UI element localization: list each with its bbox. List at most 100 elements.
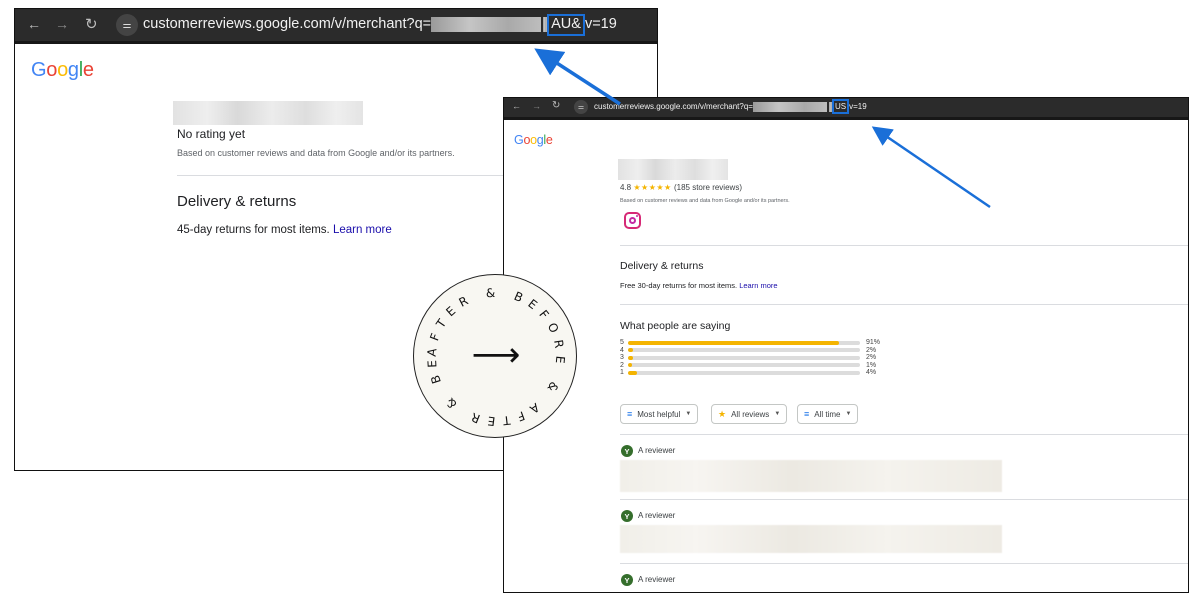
rating-bar-track bbox=[628, 363, 860, 367]
after-address-bar: ← → ↻ ⚌ customerreviews.google.com/v/mer… bbox=[504, 98, 1188, 117]
rating-source-note: Based on customer reviews and data from … bbox=[177, 148, 455, 158]
url-country-code: AU& bbox=[551, 16, 581, 32]
section-divider bbox=[620, 245, 1188, 246]
before-url[interactable]: customerreviews.google.com/v/merchant?q=… bbox=[143, 14, 617, 36]
reviews-filter-chip[interactable]: ★ All reviews ▼ bbox=[711, 404, 788, 424]
after-browser-window: ← → ↻ ⚌ customerreviews.google.com/v/mer… bbox=[503, 97, 1189, 593]
rating-bar-fill bbox=[628, 355, 633, 360]
back-arrow-icon[interactable]: ← bbox=[512, 101, 521, 111]
returns-policy: 45-day returns for most items. bbox=[177, 224, 330, 236]
rating-status: No rating yet bbox=[177, 127, 246, 141]
window-dark-strip bbox=[15, 41, 657, 44]
logo-letter: o bbox=[46, 59, 58, 81]
rating-bar-track bbox=[628, 348, 860, 352]
rating-bar-row: 2 1% bbox=[620, 362, 880, 369]
google-logo[interactable]: Google bbox=[514, 133, 553, 147]
url-highlight-box: AU& bbox=[547, 14, 585, 36]
forward-arrow-icon[interactable]: → bbox=[55, 16, 69, 32]
rating-bar-row: 5 91% bbox=[620, 339, 880, 346]
logo-letter: e bbox=[545, 133, 553, 147]
chip-label: All reviews bbox=[731, 409, 770, 419]
chip-label: Most helpful bbox=[637, 409, 681, 419]
rating-source-note: Based on customer reviews and data from … bbox=[620, 198, 790, 204]
rating-bar-percent: 4% bbox=[866, 369, 877, 376]
caret-down-icon: ▼ bbox=[774, 411, 781, 417]
caret-down-icon: ▼ bbox=[845, 411, 852, 417]
rating-bar-percent: 1% bbox=[866, 361, 877, 369]
before-after-composite: ← → ↻ ⚌ customerreviews.google.com/v/mer… bbox=[0, 0, 1200, 600]
google-logo[interactable]: Google bbox=[31, 59, 94, 82]
rating-value: 4.8 bbox=[620, 183, 632, 192]
rating-bar-stars: 4 bbox=[620, 346, 624, 354]
redacted-review-text bbox=[620, 460, 1002, 492]
section-divider bbox=[620, 499, 1188, 500]
badge-arrow-icon: ⟶ bbox=[472, 335, 521, 375]
rating-bar-stars: 1 bbox=[620, 369, 624, 376]
avatar: Y bbox=[621, 510, 633, 522]
section-divider bbox=[620, 304, 1188, 305]
delivery-text: 45-day returns for most items. Learn mor… bbox=[177, 224, 392, 236]
delivery-text: Free 30-day returns for most items. Lear… bbox=[620, 281, 778, 290]
delivery-heading: Delivery & returns bbox=[177, 193, 297, 210]
back-arrow-icon[interactable]: ← bbox=[27, 16, 41, 32]
caret-down-icon: ▼ bbox=[685, 411, 692, 417]
section-divider bbox=[620, 434, 1188, 435]
redacted-store-name bbox=[173, 101, 363, 125]
forward-arrow-icon[interactable]: → bbox=[532, 101, 541, 111]
rating-stars: ★★★★★ bbox=[633, 183, 672, 192]
people-heading: What people are saying bbox=[620, 320, 731, 332]
site-settings-icon[interactable]: ⚌ bbox=[116, 14, 138, 36]
logo-letter: o bbox=[57, 59, 68, 81]
sort-filter-chip[interactable]: ≡ Most helpful ▼ bbox=[620, 404, 699, 424]
rating-bar-row: 1 4% bbox=[620, 369, 880, 376]
url-prefix: customerreviews.google.com/v/merchant?q= bbox=[143, 16, 432, 32]
redacted-query bbox=[431, 16, 542, 32]
rating-bar-fill bbox=[628, 363, 633, 367]
rating-bar-stars: 3 bbox=[620, 354, 624, 361]
redacted-review-text bbox=[620, 525, 1002, 553]
before-address-bar: ← → ↻ ⚌ customerreviews.google.com/v/mer… bbox=[15, 9, 657, 41]
avatar: Y bbox=[621, 574, 633, 586]
chip-label: All time bbox=[814, 409, 841, 419]
star-icon: ★ bbox=[718, 408, 727, 419]
learn-more-link[interactable]: Learn more bbox=[739, 281, 777, 290]
reload-icon[interactable]: ↻ bbox=[552, 100, 560, 111]
rating-bar-percent: 2% bbox=[866, 354, 877, 361]
time-filter-chip[interactable]: ≡ All time ▼ bbox=[797, 404, 859, 424]
rating-bar-row: 3 2% bbox=[620, 354, 880, 361]
logo-letter: g bbox=[67, 59, 79, 81]
rating-bar-stars: 2 bbox=[620, 361, 624, 369]
rating-distribution: 5 91% 4 2% 3 2% 2 1% 1 4% bbox=[620, 339, 880, 377]
redacted-store-name bbox=[618, 159, 728, 180]
logo-letter: o bbox=[530, 133, 537, 147]
site-settings-icon[interactable]: ⚌ bbox=[574, 100, 588, 114]
logo-letter: e bbox=[82, 59, 94, 81]
reviewer-name: A reviewer bbox=[638, 511, 676, 520]
rating-bar-track bbox=[628, 355, 860, 360]
reload-icon[interactable]: ↻ bbox=[85, 15, 98, 33]
badge-ring-text: AFTER & BEFORE & AFTER & BEFORE & ⟶ bbox=[414, 275, 560, 428]
rating-bar-fill bbox=[628, 348, 633, 352]
url-suffix: v=19 bbox=[584, 16, 617, 32]
review-count[interactable]: (185 store reviews) bbox=[674, 183, 742, 192]
learn-more-link[interactable]: Learn more bbox=[333, 224, 392, 236]
sort-icon: ≡ bbox=[627, 409, 633, 419]
redacted-query bbox=[752, 102, 827, 112]
rating-bar-fill bbox=[628, 370, 638, 375]
avatar: Y bbox=[621, 445, 633, 457]
rating-bar-fill bbox=[628, 340, 840, 345]
after-url[interactable]: customerreviews.google.com/v/merchant?q=… bbox=[594, 99, 867, 115]
window-dark-strip bbox=[504, 117, 1188, 120]
rating-bar-track bbox=[628, 340, 860, 345]
url-country-code: US bbox=[834, 102, 847, 112]
rating-bar-track bbox=[628, 370, 860, 375]
logo-letter: G bbox=[31, 59, 47, 81]
instagram-icon[interactable] bbox=[624, 212, 641, 229]
rating-summary: 4.8 ★★★★★ (185 store reviews) bbox=[620, 183, 742, 192]
url-highlight-box: US bbox=[831, 99, 850, 115]
before-after-badge: AFTER & BEFORE & AFTER & BEFORE & ⟶ bbox=[413, 274, 577, 438]
delivery-heading: Delivery & returns bbox=[620, 260, 704, 272]
url-prefix: customerreviews.google.com/v/merchant?q= bbox=[594, 102, 753, 112]
section-divider bbox=[620, 563, 1188, 564]
reviewer-name: A reviewer bbox=[638, 446, 676, 455]
